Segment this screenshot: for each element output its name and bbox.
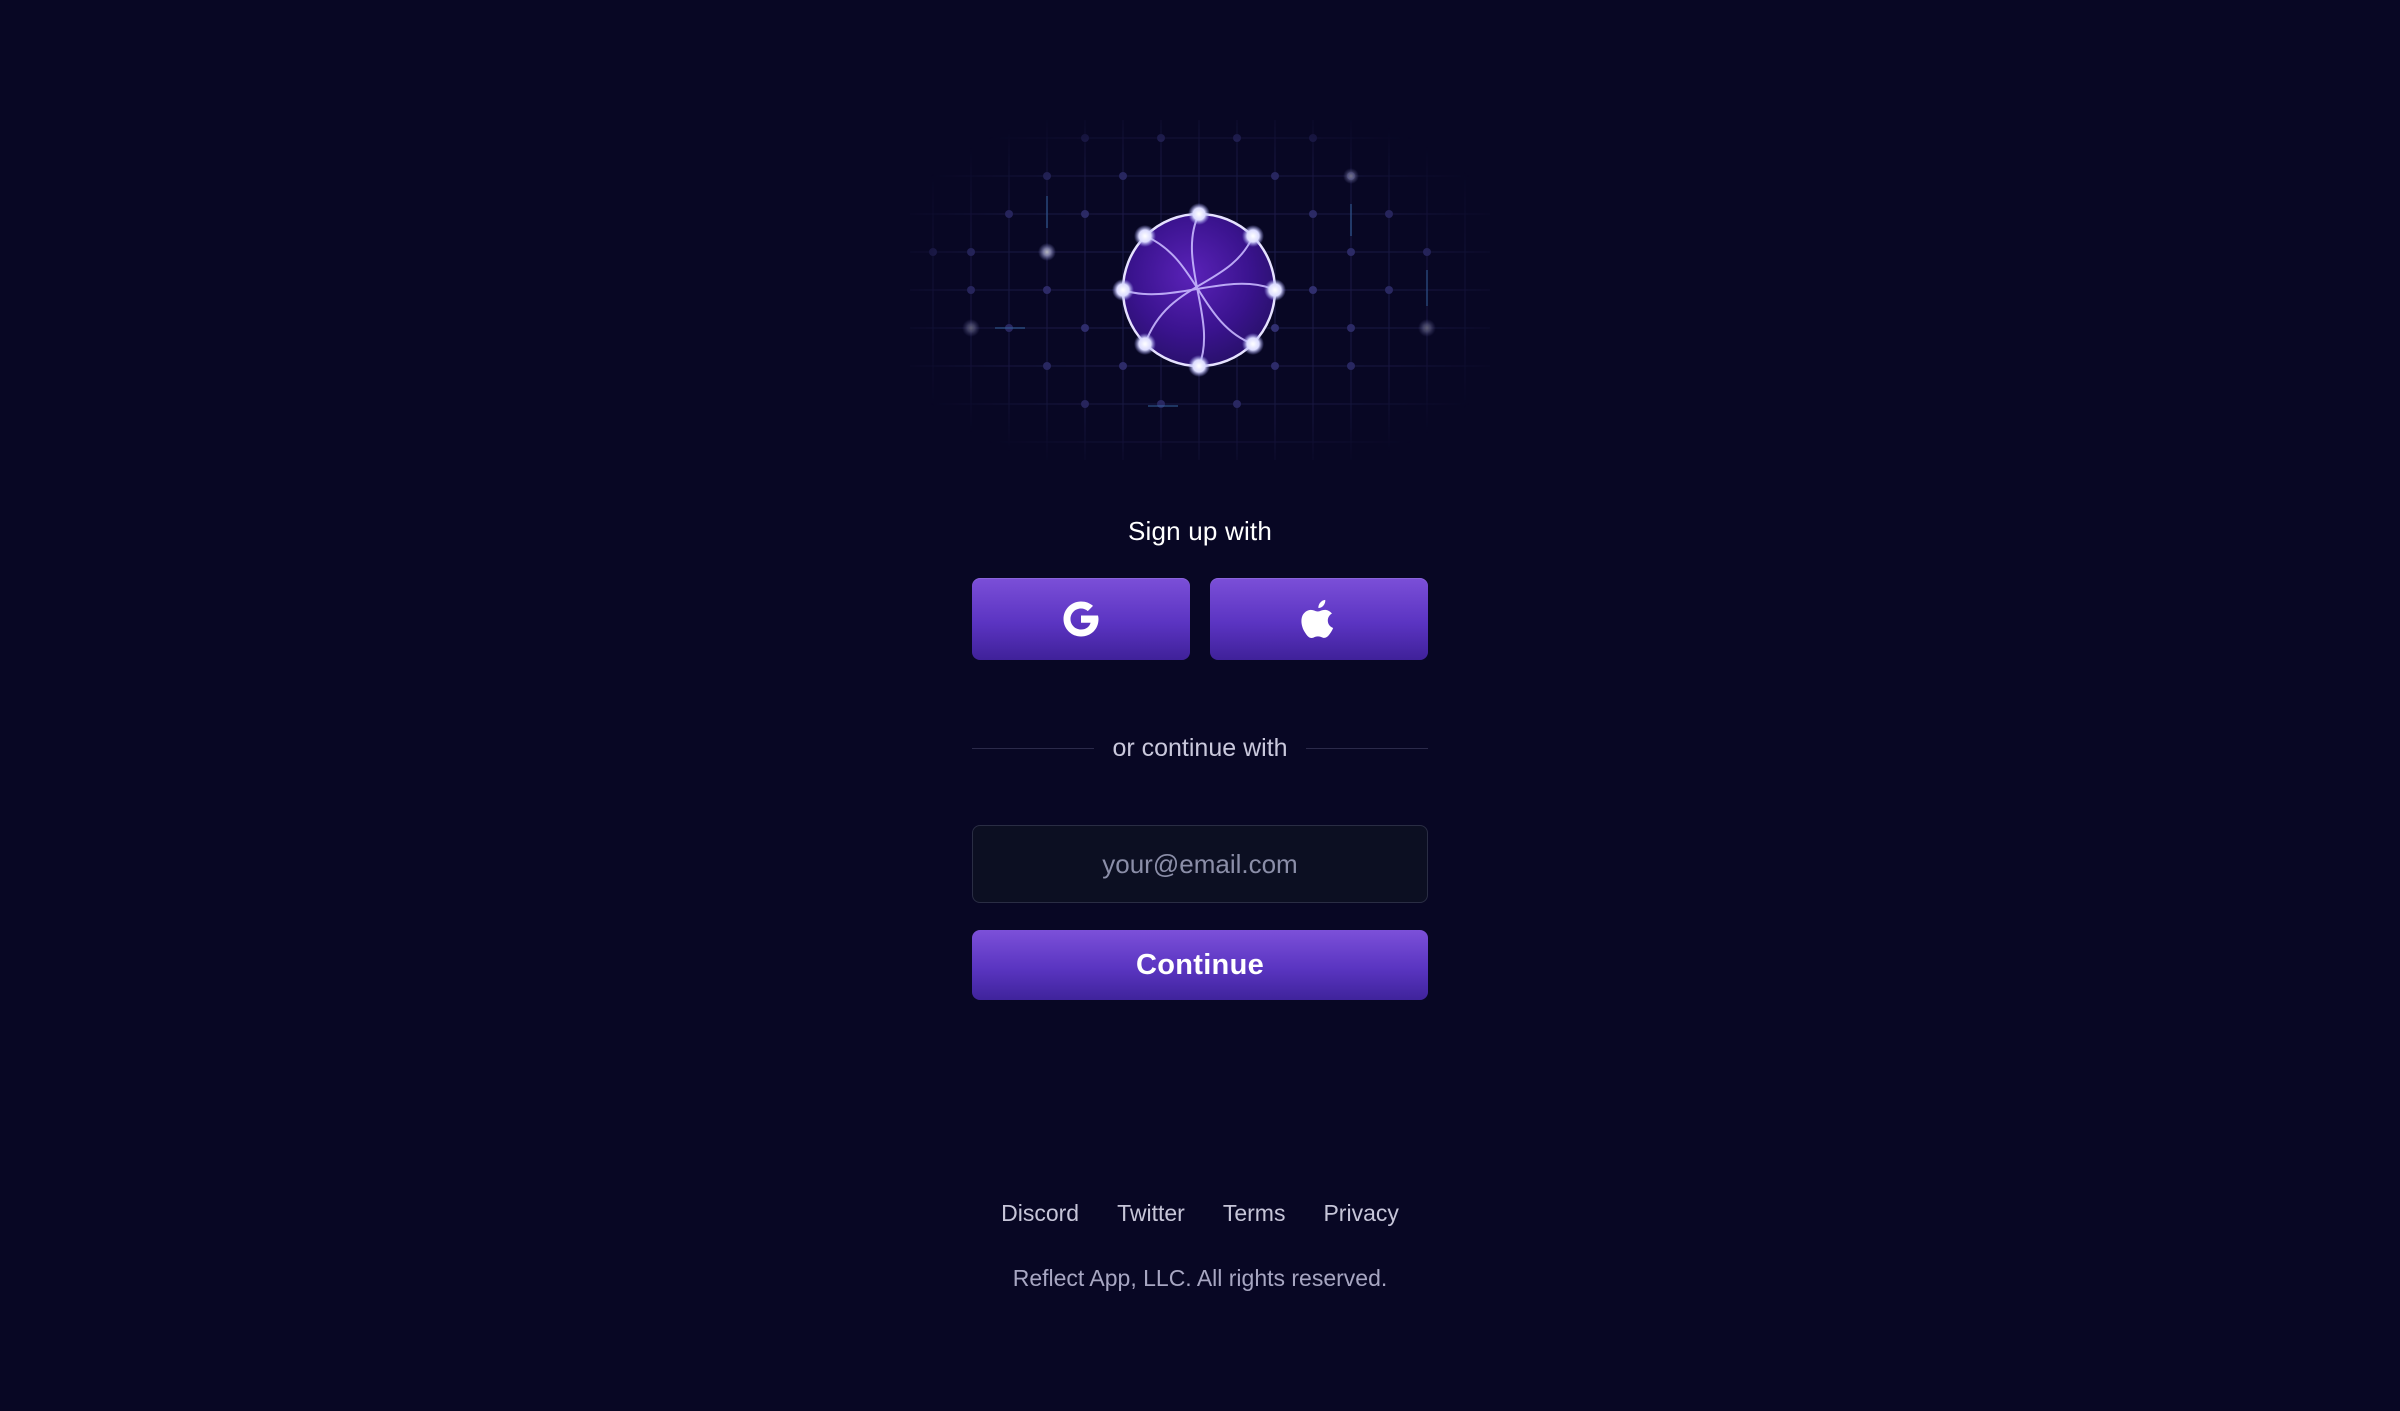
globe-icon bbox=[1112, 203, 1286, 377]
apple-icon bbox=[1300, 598, 1338, 640]
divider: or continue with bbox=[972, 730, 1429, 766]
footer-link-twitter[interactable]: Twitter bbox=[1117, 1200, 1185, 1227]
divider-text: or continue with bbox=[1112, 733, 1288, 762]
network-globe-illustration bbox=[900, 110, 1500, 470]
email-input[interactable] bbox=[972, 825, 1428, 903]
footer-links: Discord Twitter Terms Privacy bbox=[0, 1200, 2400, 1227]
copyright-text: Reflect App, LLC. All rights reserved. bbox=[1012, 1265, 1388, 1291]
google-signup-button[interactable] bbox=[972, 578, 1190, 660]
apple-signup-button[interactable] bbox=[1210, 578, 1428, 660]
globe-graphic bbox=[910, 120, 1490, 460]
divider-line-left bbox=[972, 747, 1095, 749]
google-icon bbox=[1060, 598, 1102, 640]
footer-link-discord[interactable]: Discord bbox=[1001, 1200, 1079, 1227]
continue-button[interactable]: Continue bbox=[972, 930, 1428, 1000]
divider-line-right bbox=[1305, 747, 1429, 749]
signup-heading: Sign up with bbox=[1127, 516, 1273, 546]
footer-link-privacy[interactable]: Privacy bbox=[1323, 1200, 1398, 1227]
oauth-buttons bbox=[972, 578, 1428, 660]
continue-label: Continue bbox=[1135, 948, 1265, 981]
footer-link-terms[interactable]: Terms bbox=[1223, 1200, 1286, 1227]
signup-page: Sign up with or continue with Continue bbox=[0, 0, 2400, 1411]
